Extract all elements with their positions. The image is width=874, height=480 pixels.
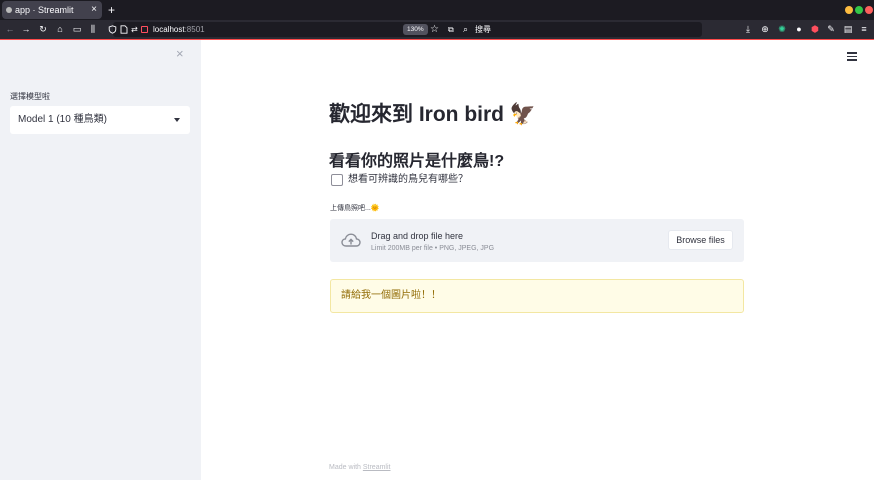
bookmark-star-icon[interactable]: ☆ xyxy=(430,22,439,37)
upload-label: 上傳鳥照吧...🌞 xyxy=(330,205,380,212)
page-title: 歡迎來到 Iron bird 🦅 xyxy=(329,103,536,126)
main-content: 歡迎來到 Iron bird 🦅 看看你的照片是什麼鳥!? 想看可辨識的鳥兒有哪… xyxy=(201,40,874,480)
warning-text: 請給我一個圖片啦！！ xyxy=(341,290,441,301)
tab-close-icon[interactable]: × xyxy=(91,1,97,19)
page-icon xyxy=(120,25,128,34)
app-menu-icon[interactable]: ≡ xyxy=(858,20,870,39)
search-icon: ⌕ xyxy=(463,24,469,34)
extension-icon[interactable]: ⊕ xyxy=(759,20,771,39)
url-text[interactable]: localhost:8501 xyxy=(153,22,205,37)
minimize-window-icon[interactable] xyxy=(845,6,853,14)
library-icon[interactable]: ⫼ xyxy=(87,20,99,39)
footer-text: Made with xyxy=(329,464,363,471)
back-icon[interactable]: ← xyxy=(4,20,16,39)
dropzone-limit: Limit 200MB per file • PNG, JPEG, JPG xyxy=(371,245,495,252)
search-input[interactable]: 搜尋 xyxy=(475,22,491,37)
extension-green-icon[interactable]: ✺ xyxy=(776,20,788,39)
browser-nav-bar: ← → ↻ ⌂ ▭ ⫼ ⇄ localhost:8501 130% ☆ ⧉ ⌕ … xyxy=(0,20,874,39)
extension-dark-icon[interactable]: ● xyxy=(793,20,805,39)
zoom-level[interactable]: 130% xyxy=(403,24,428,35)
permissions-icon[interactable]: ⇄ xyxy=(131,22,138,37)
footer: Made with Streamlit xyxy=(329,464,390,471)
sidebar-toggle-icon[interactable]: ▭ xyxy=(71,20,83,39)
streamlit-link[interactable]: Streamlit xyxy=(363,464,391,471)
home-icon[interactable]: ⌂ xyxy=(54,20,66,39)
browser-tab[interactable]: app · Streamlit × xyxy=(2,1,102,19)
hamburger-menu-icon[interactable] xyxy=(847,52,857,61)
show-birds-checkbox-label[interactable]: 想看可辨識的鳥兒有哪些？ xyxy=(348,173,468,187)
adblock-icon[interactable]: ⬢ xyxy=(809,20,821,39)
maximize-window-icon[interactable] xyxy=(855,6,863,14)
downloads-icon[interactable]: ⤓ xyxy=(742,20,754,39)
insecure-lock-icon[interactable] xyxy=(141,26,148,33)
new-tab-button[interactable]: + xyxy=(108,1,115,19)
cloud-upload-icon xyxy=(341,233,361,247)
dropzone-instructions: Drag and drop file here xyxy=(371,231,464,241)
model-select-label: 選擇模型啦 xyxy=(10,92,50,101)
tab-title: app · Streamlit xyxy=(15,5,74,15)
forward-icon[interactable]: → xyxy=(20,20,32,39)
url-bar[interactable]: ⇄ localhost:8501 130% ☆ ⧉ ⌕ 搜尋 xyxy=(108,22,702,37)
file-dropzone[interactable]: Drag and drop file here Limit 200MB per … xyxy=(330,219,744,262)
warning-alert: 請給我一個圖片啦！！ xyxy=(330,279,744,313)
favicon-icon xyxy=(6,7,12,13)
chevron-down-icon xyxy=(174,118,180,122)
close-window-icon[interactable] xyxy=(865,6,873,14)
model-select[interactable]: Model 1 (10 種鳥類) xyxy=(10,106,190,134)
browse-files-button[interactable]: Browse files xyxy=(668,230,733,250)
shield-icon[interactable] xyxy=(108,25,117,34)
reload-icon[interactable]: ↻ xyxy=(37,20,49,39)
reader-view-icon[interactable]: ⧉ xyxy=(448,22,454,37)
model-select-value: Model 1 (10 種鳥類) xyxy=(18,114,107,125)
sidebar-close-icon[interactable]: × xyxy=(176,47,184,61)
reader-icon[interactable]: ▤ xyxy=(842,20,854,39)
show-birds-checkbox[interactable] xyxy=(331,174,343,186)
sidebar: × 選擇模型啦 Model 1 (10 種鳥類) xyxy=(0,40,201,480)
pen-icon[interactable]: ✎ xyxy=(825,20,837,39)
browser-tab-bar: app · Streamlit × + xyxy=(0,0,874,20)
page-subtitle: 看看你的照片是什麼鳥!? xyxy=(329,153,505,170)
